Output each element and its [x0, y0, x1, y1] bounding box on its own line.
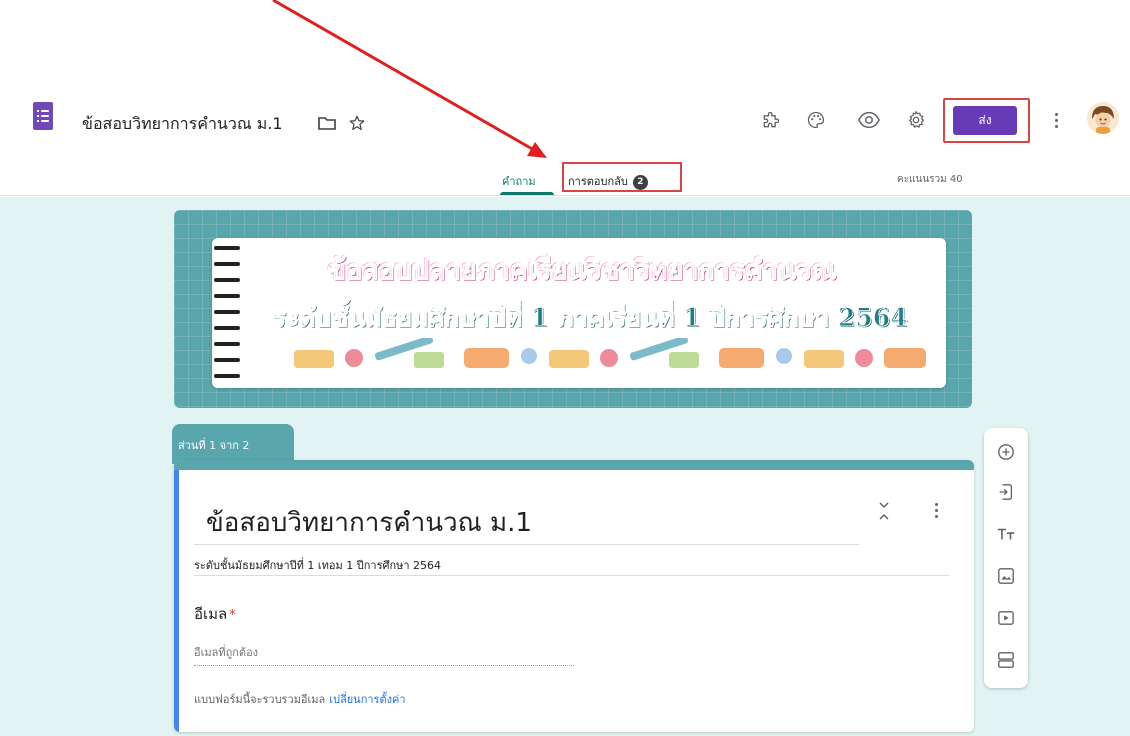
eye-icon[interactable] [857, 108, 881, 132]
binder-ring [214, 278, 240, 282]
change-settings-link[interactable]: เปลี่ยนการตั้งค่า [329, 693, 405, 706]
tab-questions[interactable]: คำถาม [502, 172, 536, 190]
email-collection-note: แบบฟอร์มนี้จะรวบรวมอีเมล เปลี่ยนการตั้งค่… [194, 690, 406, 708]
add-video-icon[interactable] [994, 606, 1018, 630]
banner-subtitle: ระดับชั้นมัธยมศึกษาปีที่ 1 ภาคเรียนที่ 1… [272, 303, 908, 333]
puzzle-icon[interactable] [759, 108, 783, 132]
collapse-section-icon[interactable] [874, 500, 894, 522]
form-description[interactable]: ระดับชั้นมัธยมศึกษาปีที่ 1 เทอม 1 ปีการศ… [194, 556, 441, 574]
add-section-icon[interactable] [994, 648, 1018, 672]
email-label: อีเมล * [194, 602, 236, 626]
binder-ring [214, 294, 240, 298]
binder-ring [214, 310, 240, 314]
document-title[interactable]: ข้อสอบวิทยาการคำนวณ ม.1 [82, 112, 283, 137]
section-indicator: ส่วนที่ 1 จาก 2 [172, 424, 294, 464]
collect-note-text: แบบฟอร์มนี้จะรวบรวมอีเมล [194, 693, 326, 706]
forms-icon[interactable] [33, 102, 53, 130]
import-questions-icon[interactable] [994, 480, 1018, 504]
page: ข้อสอบวิทยาการคำนวณ ม.1 ส่ง คำถาม การตอบ… [0, 0, 1130, 736]
banner-title: ข้อสอบปลายภาคเรียนวิชาวิทยาการคำนวณ [327, 255, 837, 287]
binder-ring [214, 326, 240, 330]
binder-ring [214, 374, 240, 378]
card-top-border [174, 460, 974, 470]
side-toolbar [984, 428, 1028, 688]
tab-responses-label: การตอบกลับ [568, 175, 628, 188]
form-title-card[interactable]: ข้อสอบวิทยาการคำนวณ ม.1 ระดับชั้นมัธยมศึ… [174, 460, 974, 732]
tab-responses[interactable]: การตอบกลับ 2 [568, 172, 648, 190]
top-bar: ข้อสอบวิทยาการคำนวณ ม.1 ส่ง คำถาม การตอบ… [0, 92, 1130, 196]
form-title[interactable]: ข้อสอบวิทยาการคำนวณ ม.1 [206, 502, 532, 543]
send-button[interactable]: ส่ง [953, 106, 1017, 135]
title-underline [194, 544, 859, 545]
email-label-text: อีเมล [194, 605, 228, 623]
binder-ring [214, 246, 240, 250]
email-field[interactable] [194, 640, 574, 666]
star-icon[interactable] [346, 112, 368, 134]
school-supplies-doodle [294, 338, 926, 368]
add-image-icon[interactable] [994, 564, 1018, 588]
folder-icon[interactable] [316, 112, 338, 134]
binder-ring [214, 342, 240, 346]
active-tab-indicator [500, 192, 554, 195]
description-underline [194, 575, 949, 576]
required-asterisk: * [229, 608, 236, 623]
palette-icon[interactable] [804, 108, 828, 132]
add-title-icon[interactable] [994, 522, 1018, 546]
card-focus-border [174, 470, 179, 732]
binder-ring [214, 358, 240, 362]
avatar[interactable] [1087, 102, 1119, 134]
card-more-icon[interactable] [930, 500, 942, 520]
responses-count-badge: 2 [632, 174, 648, 190]
add-question-icon[interactable] [994, 440, 1018, 464]
header-banner-image[interactable]: ข้อสอบปลายภาคเรียนวิชาวิทยาการคำนวณ ระดั… [174, 210, 972, 408]
binder-ring [214, 262, 240, 266]
more-vert-icon[interactable] [1049, 108, 1063, 132]
gear-icon[interactable] [904, 108, 928, 132]
total-points: คะแนนรวม 40 [897, 174, 963, 185]
